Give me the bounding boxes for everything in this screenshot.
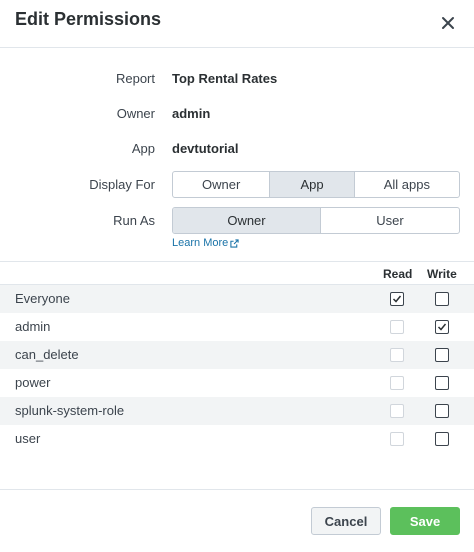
table-row: splunk-system-role — [0, 397, 474, 425]
role-name: splunk-system-role — [15, 403, 125, 418]
role-name: can_delete — [15, 347, 79, 362]
dialog-header: Edit Permissions — [0, 0, 474, 48]
permissions-table: Read Write Everyone admin can_delete pow… — [0, 261, 474, 453]
display-for-control: Owner App All apps — [172, 171, 460, 198]
save-button[interactable]: Save — [390, 507, 460, 535]
run-as-label: Run As — [113, 213, 155, 228]
run-as-option-owner[interactable]: Owner — [173, 208, 321, 233]
external-link-icon — [230, 238, 239, 248]
display-for-option-all-apps[interactable]: All apps — [355, 172, 459, 197]
owner-label: Owner — [116, 106, 155, 121]
table-row: admin — [0, 313, 474, 341]
learn-more-label: Learn More — [172, 237, 229, 249]
write-checkbox[interactable] — [435, 292, 449, 306]
table-row: power — [0, 369, 474, 397]
permissions-table-header: Read Write — [0, 261, 474, 285]
read-checkbox — [390, 376, 404, 390]
learn-more-link[interactable]: Learn More — [172, 237, 239, 249]
read-checkbox — [390, 432, 404, 446]
cancel-button[interactable]: Cancel — [311, 507, 381, 535]
role-name: admin — [15, 319, 51, 334]
dialog-title: Edit Permissions — [15, 9, 162, 29]
app-value: devtutorial — [172, 141, 239, 156]
table-row: Everyone — [0, 285, 474, 313]
run-as-control: Owner User — [172, 207, 460, 234]
app-label: App — [131, 141, 155, 156]
write-checkbox[interactable] — [435, 376, 449, 390]
owner-value: admin — [172, 106, 211, 121]
write-checkbox[interactable] — [435, 348, 449, 362]
dialog-footer: Cancel Save — [0, 489, 474, 552]
display-for-label: Display For — [89, 177, 155, 192]
checkmark-icon — [392, 295, 402, 303]
write-checkbox[interactable] — [435, 404, 449, 418]
report-label: Report — [115, 71, 155, 86]
role-name: power — [15, 375, 51, 390]
display-for-option-app[interactable]: App — [270, 172, 355, 197]
read-checkbox — [390, 348, 404, 362]
close-icon[interactable] — [437, 12, 459, 34]
table-row: user — [0, 425, 474, 453]
read-checkbox[interactable] — [390, 292, 404, 306]
write-checkbox[interactable] — [435, 432, 449, 446]
role-name: Everyone — [15, 291, 70, 306]
checkmark-icon — [437, 323, 447, 331]
run-as-option-user[interactable]: User — [321, 208, 459, 233]
report-value: Top Rental Rates — [172, 71, 278, 86]
write-column-header: Write — [427, 267, 457, 281]
read-checkbox — [390, 320, 404, 334]
role-name: user — [15, 431, 41, 446]
write-checkbox[interactable] — [435, 320, 449, 334]
display-for-option-owner[interactable]: Owner — [173, 172, 271, 197]
read-checkbox — [390, 404, 404, 418]
table-row: can_delete — [0, 341, 474, 369]
read-column-header: Read — [383, 267, 413, 281]
